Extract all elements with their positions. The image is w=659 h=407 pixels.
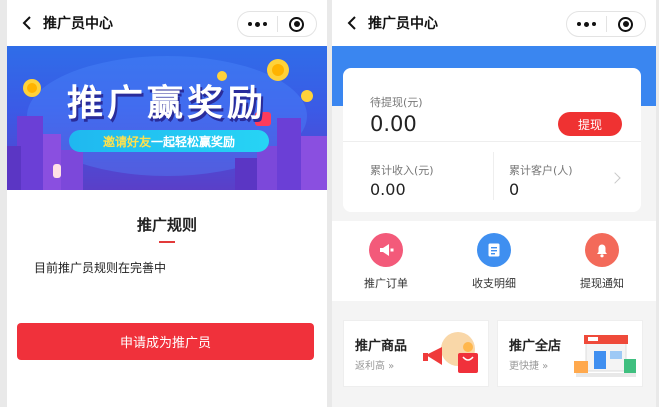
megaphone-gift-icon bbox=[423, 332, 478, 373]
banner-subtitle-highlight: 邀请好友 bbox=[102, 134, 151, 149]
left-screen: 推广员中心 推广赢奖励 邀请好友 一起轻松赢奖励 推广规则 目前推广员规则在完善… bbox=[7, 0, 327, 407]
promo-title: 推广商品 bbox=[355, 339, 408, 354]
target-icon bbox=[618, 16, 634, 32]
clipboard-icon bbox=[477, 233, 511, 267]
promo-store-card[interactable]: 推广全店 更快捷 » bbox=[497, 320, 643, 387]
back-button[interactable] bbox=[13, 0, 41, 46]
income-label: 累计收入(元) bbox=[370, 164, 434, 177]
capsule-menu bbox=[566, 11, 646, 37]
chevron-left-icon bbox=[347, 16, 356, 30]
action-label: 推广订单 bbox=[364, 277, 408, 290]
action-row: 推广订单 收支明细 提现通知 bbox=[332, 221, 656, 301]
action-promo-orders[interactable]: 推广订单 bbox=[332, 221, 440, 301]
rules-underline bbox=[159, 241, 175, 243]
income-value: 0.00 bbox=[370, 180, 406, 199]
close-miniprogram-button[interactable] bbox=[278, 12, 317, 36]
action-withdraw-notice[interactable]: 提现通知 bbox=[548, 221, 656, 301]
more-button[interactable] bbox=[567, 12, 606, 36]
rules-title: 推广规则 bbox=[136, 216, 197, 234]
banner-headline: 推广赢奖励 bbox=[66, 83, 267, 124]
promo-subtitle: 更快捷 » bbox=[509, 361, 549, 372]
target-icon bbox=[289, 16, 305, 32]
banner-subtitle-rest: 一起轻松赢奖励 bbox=[151, 134, 236, 149]
capsule-menu bbox=[237, 11, 317, 37]
promo-subtitle: 返利高 » bbox=[355, 361, 395, 372]
page-title: 推广员中心 bbox=[368, 16, 438, 32]
promo-banner: 推广赢奖励 邀请好友 一起轻松赢奖励 bbox=[7, 46, 327, 190]
apply-promoter-button[interactable]: 申请成为推广员 bbox=[17, 323, 314, 360]
action-statement[interactable]: 收支明细 bbox=[440, 221, 548, 301]
banner-subtitle: 邀请好友 一起轻松赢奖励 bbox=[69, 130, 269, 152]
action-label: 提现通知 bbox=[580, 277, 624, 290]
rules-text: 目前推广员规则在完善中 bbox=[34, 261, 167, 275]
right-navbar: 推广员中心 bbox=[332, 0, 656, 46]
bell-icon bbox=[585, 233, 619, 267]
promo-products-card[interactable]: 推广商品 返利高 » bbox=[343, 320, 489, 387]
promo-title: 推广全店 bbox=[509, 339, 562, 354]
page-title: 推广员中心 bbox=[43, 16, 113, 32]
divider bbox=[343, 141, 641, 142]
withdraw-button[interactable]: 提现 bbox=[558, 112, 622, 136]
action-label: 收支明细 bbox=[472, 277, 516, 290]
earnings-card: 待提现(元) 0.00 提现 累计收入(元) 0.00 累计客户(人) 0 bbox=[343, 68, 641, 212]
chevron-right-icon[interactable] bbox=[609, 172, 621, 184]
back-button[interactable] bbox=[338, 0, 366, 46]
right-screen: 推广员中心 待提现(元) 0.00 提现 累计收入(元) 0.00 累计客户(人… bbox=[332, 0, 656, 407]
customers-label: 累计客户(人) bbox=[509, 164, 573, 177]
pending-value: 0.00 bbox=[370, 112, 417, 136]
chevron-left-icon bbox=[22, 16, 31, 30]
screenshot-root: 推广员中心 推广赢奖励 邀请好友 一起轻松赢奖励 推广规则 目前推广员规则在完善… bbox=[0, 0, 659, 407]
left-navbar: 推广员中心 bbox=[7, 0, 327, 46]
pending-label: 待提现(元) bbox=[370, 96, 423, 109]
store-icon bbox=[574, 335, 636, 377]
customers-value: 0 bbox=[509, 180, 520, 199]
more-button[interactable] bbox=[238, 12, 277, 36]
megaphone-icon bbox=[369, 233, 403, 267]
close-miniprogram-button[interactable] bbox=[607, 12, 646, 36]
divider bbox=[493, 152, 494, 200]
